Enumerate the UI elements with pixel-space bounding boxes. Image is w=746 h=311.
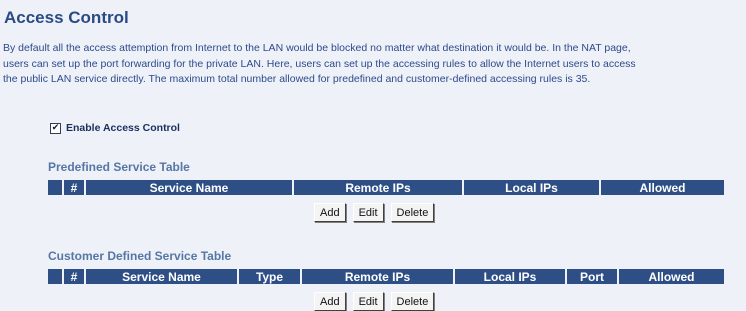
description-line: users can set up the port forwarding for…: [3, 57, 636, 70]
description-line: By default all the access attemption fro…: [3, 42, 631, 54]
local-ips-column-header: Local IPs: [463, 180, 601, 195]
customer-delete-button[interactable]: Delete: [390, 292, 435, 311]
table-header-row: # Service Name Type Remote IPs Local IPs…: [48, 269, 724, 284]
predefined-button-row: Add Edit Delete: [314, 203, 435, 222]
port-column-header: Port: [566, 269, 619, 284]
select-column-header: [48, 180, 64, 195]
customer-defined-service-table: # Service Name Type Remote IPs Local IPs…: [48, 269, 724, 284]
type-column-header: Type: [238, 269, 302, 284]
remote-ips-column-header: Remote IPs: [293, 180, 464, 195]
enable-access-control-checkbox[interactable]: ✔: [50, 122, 61, 134]
customer-edit-button[interactable]: Edit: [352, 292, 384, 311]
customer-table-title: Customer Defined Service Table: [48, 249, 232, 263]
customer-add-button[interactable]: Add: [314, 292, 346, 311]
enable-access-control-label: Enable Access Control: [66, 122, 180, 134]
predefined-add-button[interactable]: Add: [314, 203, 346, 222]
enable-access-control-row[interactable]: ✔ Enable Access Control: [50, 122, 180, 134]
allowed-column-header: Allowed: [618, 269, 724, 284]
description-line: the public LAN service directly. The max…: [3, 73, 591, 85]
select-column-header: [48, 269, 64, 284]
predefined-service-table: # Service Name Remote IPs Local IPs Allo…: [48, 180, 724, 195]
local-ips-column-header: Local IPs: [454, 269, 567, 284]
predefined-edit-button[interactable]: Edit: [352, 203, 384, 222]
page-title: Access Control: [4, 8, 129, 27]
page-description: By default all the access attemption fro…: [3, 41, 746, 88]
service-name-column-header: Service Name: [85, 269, 239, 284]
allowed-column-header: Allowed: [600, 180, 724, 195]
service-name-column-header: Service Name: [85, 180, 294, 195]
predefined-table-title: Predefined Service Table: [48, 160, 190, 174]
predefined-delete-button[interactable]: Delete: [390, 203, 435, 222]
remote-ips-column-header: Remote IPs: [301, 269, 455, 284]
customer-button-row: Add Edit Delete: [314, 292, 435, 311]
index-column-header: #: [63, 180, 86, 195]
index-column-header: #: [63, 269, 86, 284]
table-header-row: # Service Name Remote IPs Local IPs Allo…: [48, 180, 724, 195]
